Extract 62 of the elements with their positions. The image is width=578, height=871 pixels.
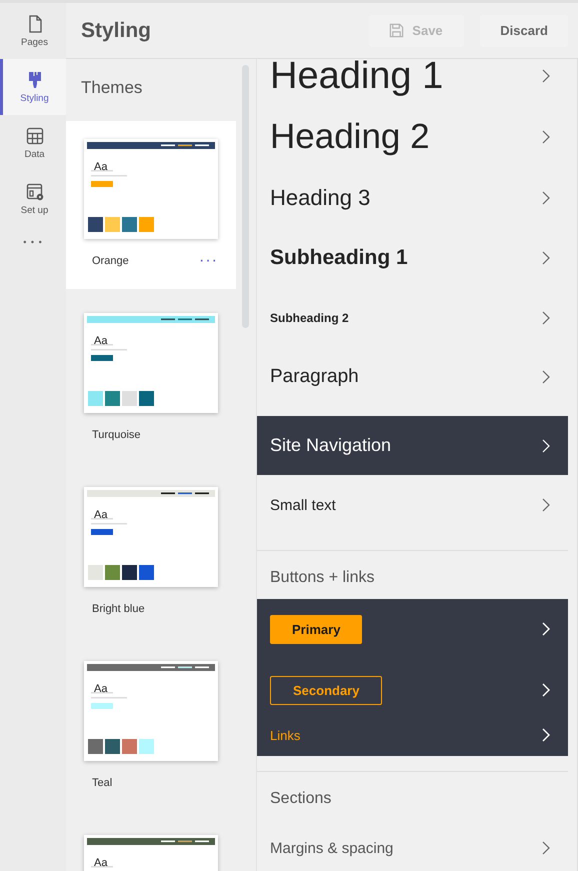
section-style-row[interactable]: Margins & spacing [257,828,568,868]
chevron-icon [542,311,550,325]
rail-item[interactable]: Set up [0,171,66,227]
text-style-row[interactable]: Heading 1 [257,59,568,96]
page-title: Styling [81,18,152,42]
text-style-row[interactable]: Subheading 2 [257,298,568,338]
theme-item[interactable]: Aa [66,817,236,871]
chevron-icon [542,683,550,697]
style-label: Heading 1 [270,59,444,96]
chevron-icon [542,841,550,855]
theme-item[interactable]: Aa Teal [66,643,236,817]
text-style-row[interactable]: Heading 3 [257,178,568,218]
text-style-row[interactable]: Paragraph [257,338,568,416]
sample-text: Aa [94,509,108,521]
chevron-icon [542,370,550,384]
chevron-icon [542,251,550,265]
theme-item[interactable]: Aa Bright blue [66,469,236,643]
theme-name: Orange [92,255,129,267]
save-icon [389,23,404,38]
style-label: Subheading 1 [270,246,408,270]
section-title: Buttons + links [269,568,376,588]
chevron-icon [542,498,550,512]
sample-text: Aa [94,683,108,695]
secondary-button[interactable]: Secondary [270,676,382,704]
theme-item[interactable]: Aa Turquoise [66,295,236,469]
text-style-row[interactable]: Small text [257,475,568,535]
rail-item[interactable]: Styling [0,59,66,115]
more-icon[interactable]: ··· [199,256,218,266]
chevron-icon [542,728,550,742]
button-style-row[interactable]: Links [257,724,568,746]
style-label: Site Navigation [270,435,392,456]
primary-button[interactable]: Primary [270,614,362,644]
sample-text: Aa [94,161,108,173]
style-label: Heading 2 [270,117,430,157]
section-title: Sections [269,789,332,809]
theme-name: Teal [92,777,112,789]
chevron-icon [542,130,550,144]
style-label: Paragraph [270,366,359,388]
sample-text: Aa [94,335,108,347]
style-label: Subheading 2 [270,311,349,325]
theme-name: Bright blue [92,603,145,615]
more-icon[interactable]: • • • [23,237,43,247]
text-style-row[interactable]: Heading 2 [257,96,568,178]
sample-text: Aa [94,857,108,869]
link-sample[interactable]: Links [270,728,300,742]
section-title: Themes [80,77,144,99]
rail-item[interactable]: Data [0,115,66,171]
text-style-row[interactable]: Subheading 1 [257,218,568,298]
chevron-icon [542,69,550,83]
button-style-row[interactable]: Primary [257,613,568,645]
chevron-icon [542,438,550,452]
chevron-icon [542,191,550,205]
theme-name: Turquoise [92,429,141,441]
style-label: Small text [270,496,336,514]
style-label: Margins & spacing [270,840,394,856]
theme-item[interactable]: Aa Orange ··· [66,121,236,289]
chevron-icon [542,622,550,636]
button-style-row[interactable]: Secondary [257,674,568,706]
settings-icon [24,182,44,202]
table-icon [24,126,44,146]
rail-item[interactable]: Pages [0,3,66,59]
style-label: Heading 3 [270,185,370,211]
